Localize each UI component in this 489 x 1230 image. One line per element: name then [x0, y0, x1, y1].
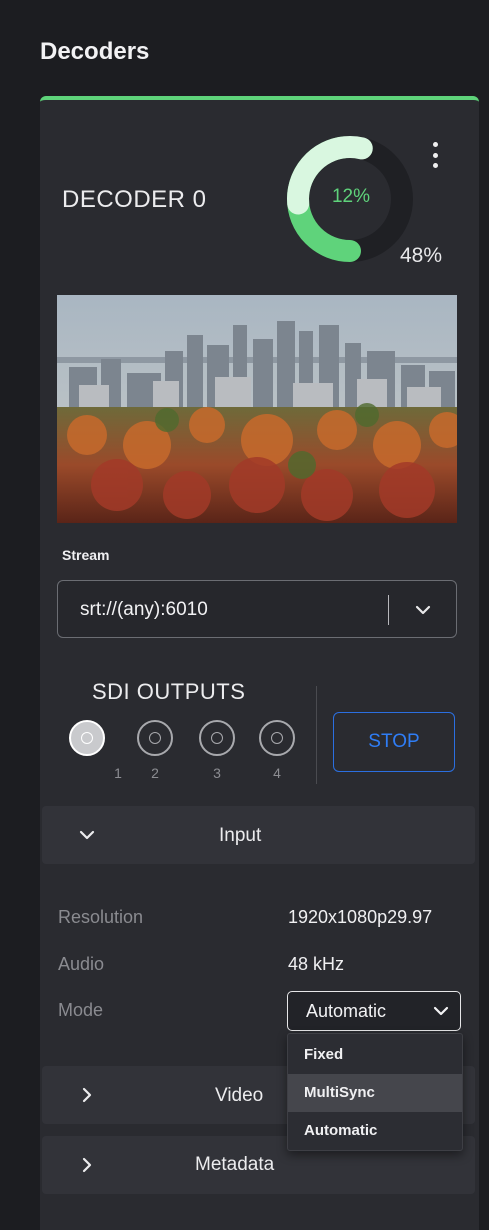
chevron-down-icon[interactable]: [412, 599, 434, 621]
chevron-right-icon: [82, 1087, 92, 1103]
resolution-label: Resolution: [58, 907, 144, 927]
chevron-right-icon: [82, 1157, 92, 1173]
input-section-header[interactable]: Input: [42, 806, 475, 864]
resolution-value: 1920x1080p29.97: [288, 907, 433, 927]
gauge-inner-label: 12%: [331, 186, 371, 207]
sdi-output-number: 2: [151, 765, 159, 781]
more-options-icon[interactable]: [430, 142, 440, 168]
divider: [316, 686, 317, 784]
sdi-output-3-toggle[interactable]: [199, 720, 235, 756]
stop-button[interactable]: STOP: [333, 712, 455, 772]
mode-option-fixed[interactable]: Fixed: [288, 1036, 462, 1074]
sdi-output-number: 3: [213, 765, 221, 781]
sdi-outputs-title: SDI OUTPUTS: [92, 679, 246, 704]
sdi-output-number: 4: [273, 765, 281, 781]
audio-label: Audio: [58, 954, 105, 974]
sdi-output-4-toggle[interactable]: [259, 720, 295, 756]
sdi-output-1-toggle[interactable]: [69, 720, 105, 756]
page-title: Decoders: [40, 38, 150, 65]
audio-value: 48 kHz: [288, 954, 345, 974]
mode-label: Mode: [58, 1000, 104, 1020]
gauge-outer-label: 48%: [400, 244, 443, 267]
select-separator: [388, 595, 389, 625]
mode-option-multisync[interactable]: MultiSync: [288, 1074, 462, 1112]
metadata-section-title: Metadata: [195, 1154, 275, 1175]
video-preview-image: [57, 295, 457, 523]
stream-label: Stream: [62, 547, 110, 563]
mode-select[interactable]: Automatic: [287, 991, 461, 1031]
chevron-down-icon: [433, 1006, 449, 1016]
video-section-title: Video: [215, 1085, 264, 1106]
mode-select-value: Automatic: [306, 1001, 387, 1021]
sdi-output-number: 1: [114, 765, 122, 781]
input-section-title: Input: [219, 825, 262, 846]
stream-value: srt://(any):6010: [80, 599, 208, 620]
chevron-down-icon: [79, 830, 95, 840]
stream-select[interactable]: srt://(any):6010: [57, 580, 457, 638]
decoder-name: DECODER 0: [62, 186, 207, 213]
mode-dropdown-menu: Fixed MultiSync Automatic: [287, 1033, 463, 1151]
sdi-output-2-toggle[interactable]: [137, 720, 173, 756]
mode-option-automatic[interactable]: Automatic: [288, 1112, 462, 1150]
